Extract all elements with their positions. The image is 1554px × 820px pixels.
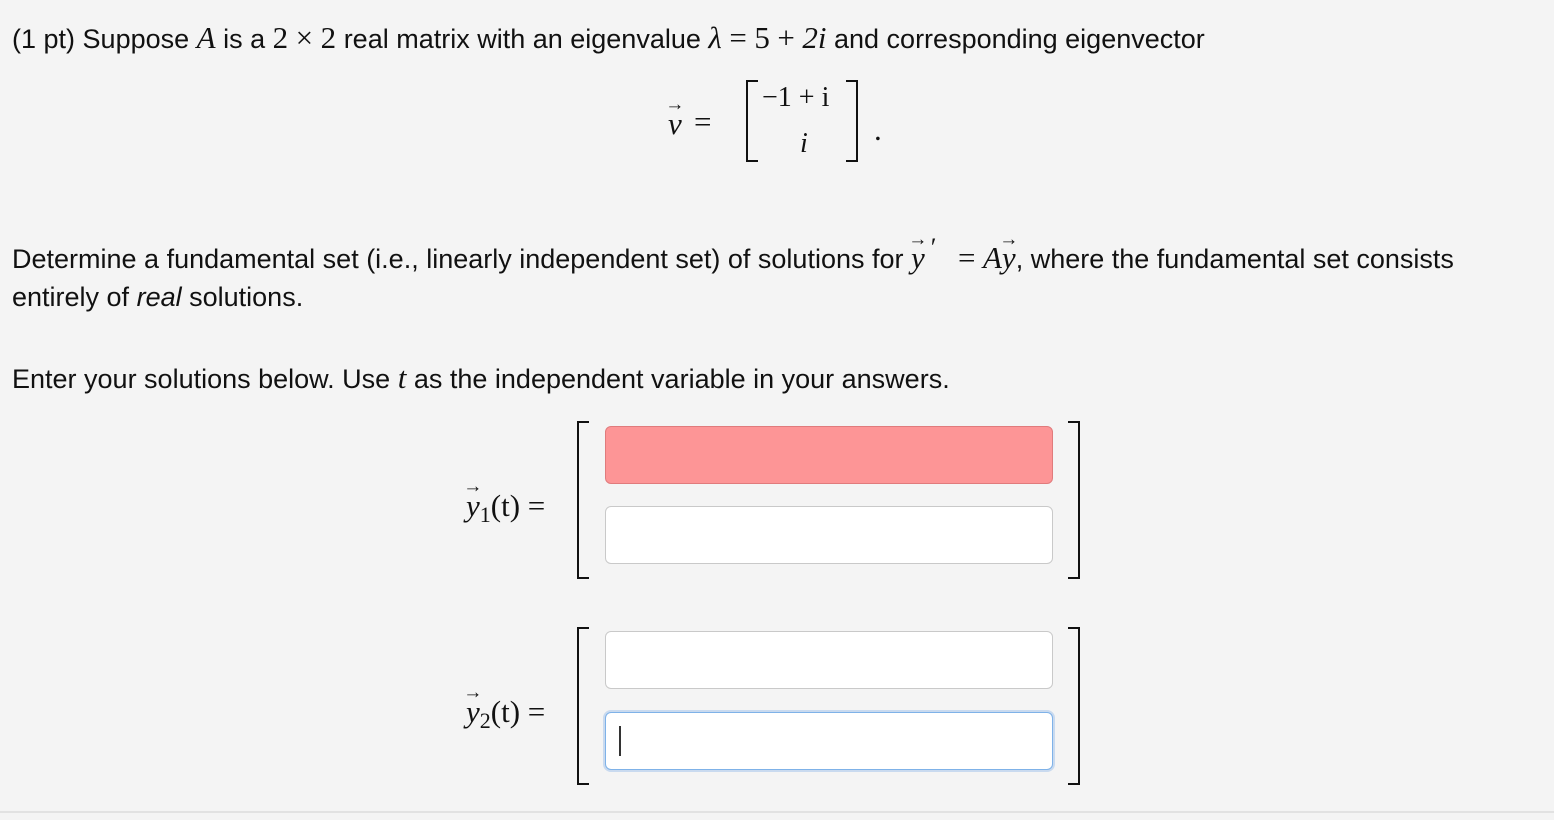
lambda-symbol: λ [708,20,722,55]
y1-top-input[interactable] [605,426,1053,484]
y1-bottom-input[interactable] [605,506,1053,564]
instruction: Enter your solutions below. Use t as the… [12,362,950,393]
matrix-a: A [196,20,216,55]
y1-argument: (t) = [490,488,546,523]
bottom-divider [0,811,1554,813]
vector-y1: y [466,488,480,524]
times-symbol: × [295,20,314,55]
text-caret [619,726,621,756]
y1-right-bracket [1068,421,1080,579]
dimension-rows: 2 [272,20,289,55]
eigenvector-display: v = −1 + i i . [660,78,900,168]
vector-y: y [911,242,925,273]
eigenvalue-real: 5 [754,20,770,55]
vector-bottom-entry: i [800,128,808,159]
task-statement-line1: Determine a fundamental set (i.e., linea… [12,235,1454,275]
task-text: solutions. [189,282,304,312]
y1-left-bracket [577,421,589,579]
instruction-text: Enter your solutions below. Use [12,364,391,394]
left-bracket [746,80,758,162]
equals-sign: = [957,240,976,275]
subscript-2: 2 [479,708,491,733]
plus-sign: + [777,20,795,55]
y2-top-input[interactable] [605,631,1053,689]
instruction-text: as the independent variable in your answ… [413,364,950,394]
task-text: , where the fundamental set consists [1015,244,1454,274]
period: . [874,112,882,147]
task-text: entirely of [12,282,130,312]
intro-text: and corresponding eigenvector [834,24,1205,54]
task-text: Determine a fundamental set (i.e., linea… [12,244,904,274]
prime-symbol: ′ [930,233,937,262]
problem-statement: (1 pt) Suppose A is a 2 × 2 real matrix … [12,22,1205,53]
vector-y: y [1002,242,1016,273]
y2-label: y2(t) = [466,694,546,733]
intro-text: is a [223,24,266,54]
y1-label: y1(t) = [466,488,546,527]
y2-argument: (t) = [490,694,546,729]
intro-text: Suppose [82,24,190,54]
intro-text: real matrix with an eigenvalue [343,24,701,54]
vector-top-entry: −1 + i [762,82,830,113]
vector-v: v [668,106,682,142]
eigenvalue-imag: 2i [802,20,827,55]
subscript-1: 1 [479,502,491,527]
vector-y2: y [466,694,480,730]
y2-right-bracket [1068,627,1080,785]
points-label: (1 pt) [12,24,76,54]
emphasis-real: real [136,282,182,312]
dimension-cols: 2 [320,20,337,55]
y2-left-bracket [577,627,589,785]
equals-sign: = [729,20,747,55]
right-bracket [846,80,858,162]
variable-t: t [397,360,407,395]
equals-sign: = [694,104,712,139]
task-statement-line2: entirely of real solutions. [12,284,303,311]
y2-bottom-input[interactable] [605,712,1053,770]
